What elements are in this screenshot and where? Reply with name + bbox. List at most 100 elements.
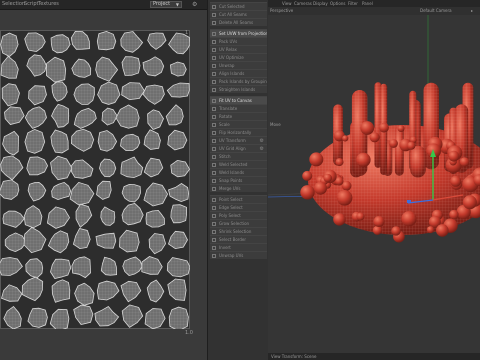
uv-island-grid: [166, 104, 184, 125]
tool-icon: [212, 238, 216, 242]
tool-item[interactable]: Align Islands: [210, 69, 267, 77]
uv-editor-panel: Selection Script Textures Project ▼ ⚙ 1 …: [0, 0, 207, 360]
uv-space-dropdown[interactable]: Project ▼: [150, 1, 182, 8]
mesh-bump: [356, 212, 365, 221]
uv-island-grid: [50, 130, 69, 153]
uv-islands-layer: [0, 30, 190, 329]
tool-item[interactable]: Delete All Seams: [210, 18, 267, 26]
uv-island-grid: [3, 306, 22, 329]
tool-item[interactable]: UV Optimize: [210, 53, 267, 61]
tool-label: Translate: [219, 106, 238, 111]
tool-item[interactable]: Stitch: [210, 152, 267, 160]
tool-label: UV Transform: [219, 138, 246, 143]
uv-space-value: Project: [153, 1, 171, 7]
tool-item[interactable]: Scale: [210, 120, 267, 128]
tool-icon: [212, 99, 216, 103]
uv-menu-item[interactable]: Selection: [2, 0, 25, 9]
gear-icon[interactable]: ⚙: [260, 145, 264, 152]
tool-item[interactable]: Translate: [210, 104, 267, 112]
tool-item[interactable]: Fit UV to Canvas: [210, 96, 267, 104]
tool-item[interactable]: Weld Islands: [210, 168, 267, 176]
tool-label: Unwrap: [219, 63, 235, 68]
uv-island-grid: [3, 211, 25, 228]
tool-icon: [212, 163, 216, 167]
tool-icon: [212, 206, 216, 210]
3d-viewport[interactable]: View Cameras Display Options Filter Pane…: [267, 0, 480, 360]
tool-item[interactable]: Pack UVs: [210, 37, 267, 45]
mesh-bump: [462, 195, 477, 210]
tool-item[interactable]: Rotate: [210, 112, 267, 120]
tool-item[interactable]: Unwrap UVs: [210, 251, 267, 259]
tool-item[interactable]: Cut Selected: [210, 2, 267, 10]
tool-item[interactable]: Select Border: [210, 235, 267, 243]
mesh-bump: [450, 175, 462, 187]
uv-menu-item[interactable]: Textures: [38, 0, 59, 9]
tool-icon: [212, 222, 216, 226]
tool-item[interactable]: Pack Islands by Grouping: [210, 77, 267, 85]
tool-label: Pack UVs: [219, 39, 238, 44]
uv-island-grid: [97, 82, 120, 105]
uv-island-grid: [0, 257, 23, 276]
viewport-menu-item[interactable]: Filter: [348, 0, 358, 7]
tool-item[interactable]: Shrink Selection: [210, 227, 267, 235]
viewport-menu-item[interactable]: Cameras: [294, 0, 312, 7]
tool-item[interactable]: Unwrap: [210, 61, 267, 69]
mesh-bump: [309, 152, 324, 167]
uv-island-grid: [142, 85, 165, 105]
uv-island-grid: [116, 105, 140, 129]
tool-item[interactable]: Grow Selection: [210, 219, 267, 227]
uv-axis-label-bottom: 1.0: [185, 330, 193, 336]
viewport-menu-bar: View Cameras Display Options Filter Pane…: [268, 0, 480, 7]
uv-island-grid: [122, 56, 140, 76]
tool-item[interactable]: Poly Select: [210, 211, 267, 219]
tool-item[interactable]: Weld Selected: [210, 160, 267, 168]
tool-item[interactable]: Cut All Seams: [210, 10, 267, 18]
tool-label: Merge UVs: [219, 186, 241, 191]
tool-item[interactable]: Edge Select: [210, 203, 267, 211]
uv-island-grid: [167, 83, 190, 98]
tool-label: Cut Selected: [219, 4, 245, 9]
uv-menu-item[interactable]: Script: [24, 0, 39, 9]
tool-item[interactable]: Straighten Islands: [210, 85, 267, 93]
mesh-bump: [391, 226, 401, 236]
tool-item[interactable]: UV Grid Align ⚙: [210, 144, 267, 152]
tool-item[interactable]: Set UVW from Projection ⚙: [210, 29, 267, 37]
tool-item[interactable]: Flip Horizontally: [210, 128, 267, 136]
mesh-bump: [426, 226, 435, 234]
tool-item[interactable]: UV Relax: [210, 45, 267, 53]
tool-icon: [212, 230, 216, 234]
gear-icon[interactable]: ⚙: [260, 30, 264, 37]
tool-item[interactable]: UV Transform ⚙: [210, 136, 267, 144]
mesh-bump: [373, 216, 385, 227]
tool-label: Align Islands: [219, 71, 245, 76]
gear-icon[interactable]: ⚙: [192, 0, 197, 9]
viewport-menu-item[interactable]: Display: [313, 0, 328, 7]
uv-island-grid: [141, 256, 163, 275]
uv-canvas[interactable]: [0, 30, 190, 329]
tool-label: Straighten Islands: [219, 87, 256, 92]
mesh-bump: [333, 213, 346, 226]
viewport-menu-item[interactable]: Options: [330, 0, 345, 7]
tool-icon: [212, 123, 216, 127]
uv-island-grid: [170, 204, 187, 223]
tool-item[interactable]: Merge UVs: [210, 184, 267, 192]
tool-item[interactable]: Snap Points: [210, 176, 267, 184]
viewport-menu-item[interactable]: View: [282, 0, 292, 7]
tool-icon: [212, 254, 216, 258]
viewport-menu-item[interactable]: Panel: [362, 0, 373, 7]
mesh-finger-wire: [410, 145, 426, 178]
tool-item[interactable]: Invert: [210, 243, 267, 251]
viewport-canvas[interactable]: [267, 15, 480, 353]
uv-island-grid: [22, 277, 43, 301]
uv-island-grid: [51, 104, 69, 128]
gear-icon[interactable]: ⚙: [260, 137, 264, 144]
uv-island-grid: [147, 109, 164, 130]
uv-island-grid: [147, 280, 164, 302]
tool-label: UV Grid Align: [219, 146, 246, 151]
camera-icon[interactable]: ▸: [471, 7, 473, 14]
tool-item[interactable]: Point Select: [210, 195, 267, 203]
mesh-bump: [397, 125, 405, 132]
uv-island-grid: [168, 183, 189, 202]
mesh-bump: [379, 122, 389, 133]
uv-island-grid: [122, 203, 144, 225]
